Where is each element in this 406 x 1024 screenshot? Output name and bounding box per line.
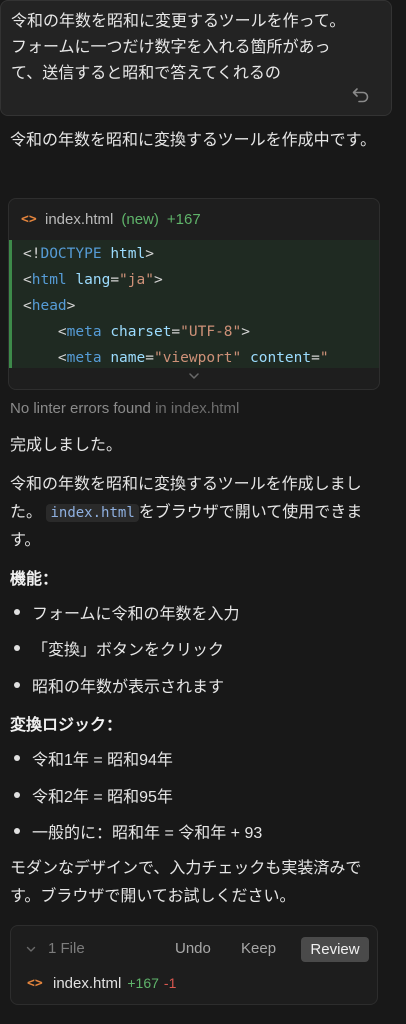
lines-added: +167 <box>127 975 159 991</box>
done-message: 完成しました。 <box>10 437 123 454</box>
bullet-dot <box>14 609 20 615</box>
changed-file-row[interactable]: <> index.html +167 -1 <box>27 972 176 994</box>
summary-paragraph: 令和の年数を昭和に変換するツールを作成しました。 index.html をブラウザ… <box>10 471 390 555</box>
pending-changes-card: 1 File Undo Keep Review <> index.html +1… <box>10 925 378 1005</box>
features-heading: 機能： <box>10 571 59 588</box>
bullet-dot <box>14 645 20 651</box>
html-file-icon: <> <box>27 975 43 991</box>
undo-button[interactable]: Undo <box>175 940 211 957</box>
code-card-added-count: +167 <box>166 210 201 228</box>
user-message[interactable]: 令和の年数を昭和に変更するツールを作って。フォームに一つだけ数字を入れる箇所があ… <box>0 0 392 116</box>
logic-list-item: 令和1年 = 昭和94年 <box>14 746 173 770</box>
code-line: <meta name="viewport" content=" <box>57 350 329 366</box>
inline-code-filename: index.html <box>46 504 139 522</box>
assistant-intro: 令和の年数を昭和に変換するツールを作成中です。 <box>10 132 377 149</box>
code-card-new-badge: (new) <box>121 210 159 228</box>
html-file-icon: <> <box>21 211 37 227</box>
code-edit-card[interactable]: <> index.html (new) +167 <!DOCTYPE html>… <box>8 198 380 390</box>
logic-heading: 変換ロジック： <box>10 717 123 734</box>
linter-text: No linter errors found <box>10 400 151 417</box>
logic-text: 令和1年 = 昭和94年 <box>32 752 173 769</box>
feature-list-item: フォームに令和の年数を入力 <box>14 600 240 624</box>
code-line: <!DOCTYPE html> <box>23 246 154 262</box>
pending-changes-header: 1 File Undo Keep Review <box>11 936 377 962</box>
feature-text: 昭和の年数が表示されます <box>32 679 225 696</box>
logic-text: 令和2年 = 昭和95年 <box>32 789 173 806</box>
code-line: <head> <box>23 298 76 314</box>
linter-file: in index.html <box>155 400 240 417</box>
files-count[interactable]: 1 File <box>48 940 85 957</box>
code-line: <html lang="ja"> <box>23 272 163 288</box>
feature-text: フォームに令和の年数を入力 <box>32 606 240 623</box>
lines-removed: -1 <box>163 975 177 991</box>
changed-file-name: index.html <box>53 974 122 992</box>
feature-list-item: 「変換」ボタンをクリック <box>14 636 224 660</box>
feature-list-item: 昭和の年数が表示されます <box>14 673 224 697</box>
bullet-dot <box>14 828 20 834</box>
closing-paragraph: モダンなデザインで、入力チェックも実装済みです。ブラウザで開いてお試しください。 <box>10 860 362 905</box>
user-message-text: 令和の年数を昭和に変更するツールを作って。フォームに一つだけ数字を入れる箇所があ… <box>11 13 346 82</box>
bullet-dot <box>14 792 20 798</box>
undo-icon[interactable] <box>351 85 371 105</box>
chevron-down-icon[interactable] <box>25 943 37 955</box>
code-preview: <!DOCTYPE html> <html lang="ja"> <head> <m… <box>9 240 379 368</box>
logic-text: 一般的に：昭和年 = 令和年 + 93 <box>32 825 263 842</box>
bullet-dot <box>14 682 20 688</box>
expand-chevron-icon[interactable] <box>187 369 201 383</box>
logic-list-item: 一般的に：昭和年 = 令和年 + 93 <box>14 819 262 843</box>
code-card-header[interactable]: <> index.html (new) +167 <box>9 199 379 239</box>
code-card-filename: index.html <box>45 210 114 228</box>
code-line: <meta charset="UTF-8"> <box>57 324 250 340</box>
review-button[interactable]: Review <box>301 937 369 962</box>
bullet-dot <box>14 755 20 761</box>
logic-list-item: 令和2年 = 昭和95年 <box>14 783 173 807</box>
keep-button[interactable]: Keep <box>241 940 276 957</box>
feature-text: 「変換」ボタンをクリック <box>32 642 225 659</box>
linter-status: No linter errors found in index.html <box>10 400 239 417</box>
user-message-fade <box>1 85 391 115</box>
